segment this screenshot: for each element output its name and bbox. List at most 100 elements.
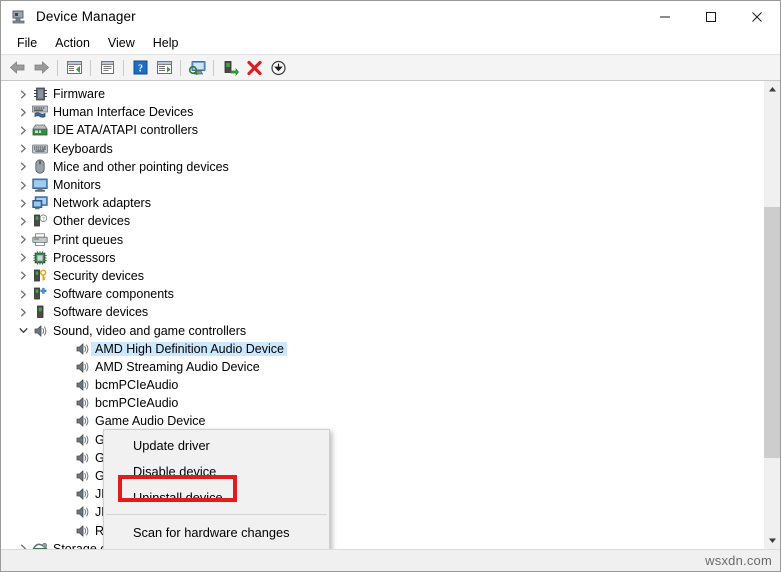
tree-row[interactable]: bcmPCIeAudio (1, 394, 763, 412)
maximize-button[interactable] (688, 1, 734, 32)
tree-row[interactable]: AMD Streaming Audio Device (1, 358, 763, 376)
speaker-icon (73, 432, 91, 448)
tree-row[interactable]: Security devices (1, 267, 763, 285)
tree-row[interactable]: bcmPCIeAudio (1, 376, 763, 394)
chevron-right-icon[interactable] (15, 126, 31, 135)
speaker-icon (73, 395, 91, 411)
tree-row[interactable]: Keyboards (1, 140, 763, 158)
chevron-right-icon[interactable] (15, 253, 31, 262)
device-context-menu[interactable]: Update driver Disable device Uninstall dev… (103, 429, 330, 549)
scroll-up-button[interactable] (764, 81, 780, 98)
tree-row-label: IDE ATA/ATAPI controllers (53, 123, 198, 138)
ide-controller-icon (31, 122, 49, 138)
scrollbar-track[interactable] (764, 98, 780, 532)
tree-row[interactable]: Software components (1, 285, 763, 303)
chevron-right-icon[interactable] (15, 199, 31, 208)
menu-file[interactable]: File (8, 34, 46, 52)
toolbar: ? (1, 55, 780, 81)
chevron-right-icon[interactable] (15, 235, 31, 244)
tree-row-label: AMD High Definition Audio Device (91, 341, 287, 356)
enable-device-icon[interactable] (218, 57, 242, 79)
chevron-right-icon[interactable] (15, 217, 31, 226)
tree-row-label: Human Interface Devices (53, 105, 194, 120)
scrollbar-thumb[interactable] (764, 206, 780, 459)
close-button[interactable] (734, 1, 780, 32)
tree-row[interactable]: Network adapters (1, 194, 763, 212)
tree-row-label: Firmware (53, 87, 106, 102)
chevron-right-icon[interactable] (15, 308, 31, 317)
context-menu-item[interactable]: Disable device (104, 458, 329, 484)
speaker-icon (31, 323, 49, 339)
tree-row[interactable]: ? Other devices (1, 212, 763, 230)
chevron-right-icon[interactable] (15, 544, 31, 549)
tree-row[interactable]: Sound, video and game controllers (1, 321, 763, 339)
tree-row-label: bcmPCIeAudio (95, 396, 179, 411)
other-device-icon: ? (31, 213, 49, 229)
chevron-right-icon[interactable] (15, 90, 31, 99)
context-menu-item[interactable]: Update driver (104, 432, 329, 458)
context-menu-separator (106, 514, 327, 515)
watermark: wsxdn.com (700, 552, 777, 569)
forward-icon[interactable] (29, 57, 53, 79)
chevron-down-icon[interactable] (15, 326, 31, 335)
scroll-down-button[interactable] (764, 532, 780, 549)
toolbar-separator (180, 59, 181, 76)
network-adapter-icon (31, 195, 49, 211)
chevron-right-icon[interactable] (15, 162, 31, 171)
speaker-icon (73, 523, 91, 539)
storage-controller-icon (31, 541, 49, 549)
menu-view[interactable]: View (99, 34, 144, 52)
menu-action[interactable]: Action (46, 34, 99, 52)
properties-icon[interactable] (95, 57, 119, 79)
tree-row-label: Mice and other pointing devices (53, 159, 229, 174)
tree-row-label: AMD Streaming Audio Device (95, 359, 260, 374)
menu-help[interactable]: Help (144, 34, 188, 52)
tree-row[interactable]: Game Audio Device (1, 412, 763, 430)
tree-row-label: Keyboards (53, 141, 113, 156)
speaker-icon (73, 504, 91, 520)
uninstall-device-icon[interactable] (242, 57, 266, 79)
tree-row[interactable]: Processors (1, 249, 763, 267)
tree-row-label: Software devices (53, 305, 149, 320)
tree-row[interactable]: IDE ATA/ATAPI controllers (1, 121, 763, 139)
scan-for-hardware-changes-icon[interactable] (185, 57, 209, 79)
tree-row[interactable]: Software devices (1, 303, 763, 321)
device-manager-icon (10, 8, 28, 26)
chevron-right-icon[interactable] (15, 181, 31, 190)
tree-row-label: Sound, video and game controllers (53, 323, 247, 338)
toolbar-separator (213, 59, 214, 76)
minimize-button[interactable] (642, 1, 688, 32)
hid-icon (31, 104, 49, 120)
tree-row[interactable]: Monitors (1, 176, 763, 194)
chevron-right-icon[interactable] (15, 108, 31, 117)
tree-row[interactable]: Print queues (1, 231, 763, 249)
context-menu-item[interactable]: Scan for hardware changes (104, 519, 329, 545)
context-menu-item[interactable]: Uninstall device (104, 484, 329, 510)
speaker-icon (73, 413, 91, 429)
update-driver-icon[interactable] (152, 57, 176, 79)
tree-row[interactable]: Firmware (1, 85, 763, 103)
tree-row[interactable]: Human Interface Devices (1, 103, 763, 121)
menu-bar: File Action View Help (1, 32, 780, 55)
toolbar-separator (90, 59, 91, 76)
back-icon[interactable] (5, 57, 29, 79)
speaker-icon (73, 341, 91, 357)
device-manager-window: Device Manager File Action View Help ? F… (0, 0, 781, 572)
tree-row-label: Software components (53, 287, 174, 302)
vertical-scrollbar[interactable] (763, 81, 780, 549)
chevron-right-icon[interactable] (15, 271, 31, 280)
chevron-right-icon[interactable] (15, 290, 31, 299)
tree-row[interactable]: Mice and other pointing devices (1, 158, 763, 176)
tree-row[interactable]: AMD High Definition Audio Device (1, 340, 763, 358)
help-icon[interactable]: ? (128, 57, 152, 79)
download-icon[interactable] (266, 57, 290, 79)
show-hide-console-tree-icon[interactable] (62, 57, 86, 79)
security-device-icon (31, 268, 49, 284)
status-bar (1, 549, 780, 571)
title-bar: Device Manager (1, 1, 780, 32)
keyboard-icon (31, 141, 49, 157)
tree-row-label: Network adapters (53, 196, 151, 211)
chevron-right-icon[interactable] (15, 144, 31, 153)
speaker-icon (73, 450, 91, 466)
software-device-icon (31, 304, 49, 320)
